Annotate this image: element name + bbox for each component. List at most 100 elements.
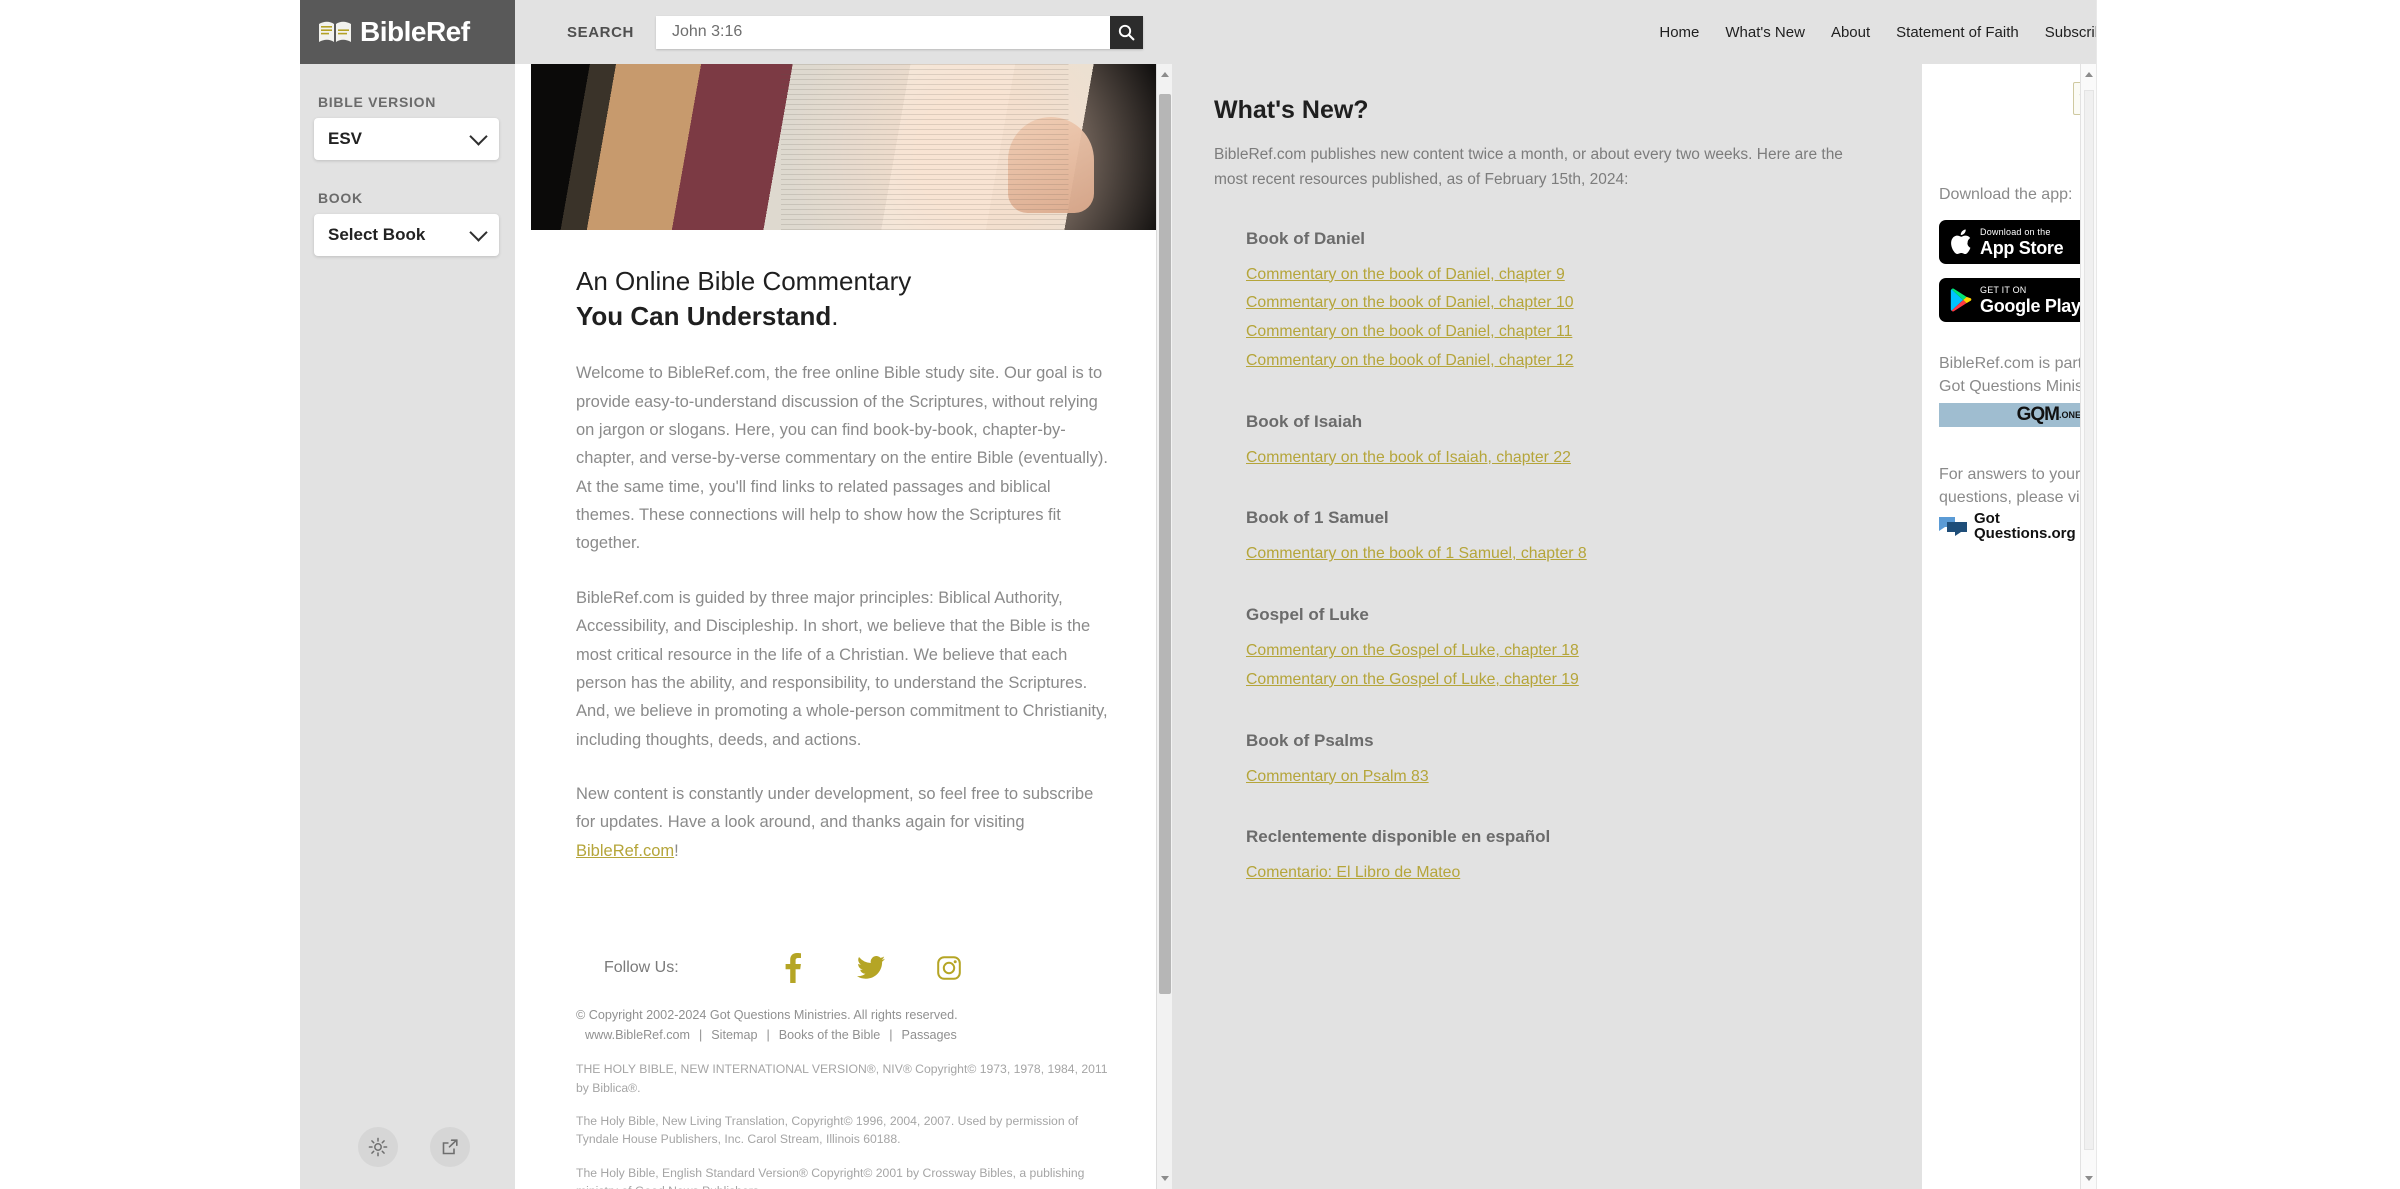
instagram-link[interactable] bbox=[910, 956, 988, 980]
group-heading: Book of 1 Samuel bbox=[1246, 508, 1389, 528]
settings-button[interactable] bbox=[358, 1127, 398, 1167]
gear-icon bbox=[368, 1137, 388, 1157]
instagram-icon bbox=[937, 956, 961, 980]
search-icon bbox=[1118, 24, 1135, 40]
intro-paragraph-3-post: ! bbox=[674, 841, 679, 860]
group-heading: Book of Daniel bbox=[1246, 228, 1366, 248]
intro-paragraph-3: New content is constantly under developm… bbox=[576, 780, 1111, 865]
footer-link-passages[interactable]: Passages bbox=[902, 1028, 957, 1042]
whats-new-group-isaiah: Book of Isaiah Commentary on the book of… bbox=[1214, 412, 1877, 473]
group-heading: Reclentemente disponible en español bbox=[1246, 827, 1551, 847]
group-heading: Book of Isaiah bbox=[1246, 411, 1363, 431]
group-heading: Book of Psalms bbox=[1246, 730, 1374, 750]
site-logo[interactable]: BibleRef bbox=[300, 0, 515, 64]
chevron-down-icon bbox=[469, 222, 488, 242]
scroll-down-arrow-icon[interactable] bbox=[1161, 1176, 1169, 1181]
whats-new-panel: What's New? BibleRef.com publishes new c… bbox=[1172, 64, 1922, 1189]
book-value: Select Book bbox=[328, 225, 426, 244]
book-label: BOOK bbox=[318, 190, 363, 206]
commentary-link[interactable]: Comentario: El Libro de Mateo bbox=[1246, 859, 1877, 888]
footer-link-website[interactable]: www.BibleRef.com bbox=[585, 1028, 690, 1042]
footer-link-sitemap[interactable]: Sitemap bbox=[711, 1028, 757, 1042]
book-select[interactable]: Select Book bbox=[314, 214, 499, 256]
commentary-link[interactable]: Commentary on the book of Daniel, chapte… bbox=[1246, 289, 1877, 318]
twitter-link[interactable] bbox=[832, 956, 910, 980]
hero-image-open-bible bbox=[531, 64, 1156, 230]
footer-sep: | bbox=[889, 1028, 893, 1043]
commentary-link[interactable]: Commentary on the Gospel of Luke, chapte… bbox=[1246, 666, 1877, 695]
open-book-icon bbox=[318, 20, 352, 44]
legal-esv: The Holy Bible, English Standard Version… bbox=[576, 1165, 1085, 1189]
page-title-period: . bbox=[831, 300, 839, 331]
bibleref-link[interactable]: BibleRef.com bbox=[576, 842, 674, 860]
gqm-logo-main: GQM bbox=[2016, 403, 2060, 425]
whats-new-title: What's New? bbox=[1214, 96, 1369, 124]
intro-section: An Online Bible Commentary You Can Under… bbox=[531, 230, 1156, 1189]
gqm-logo-sub: .ONE bbox=[2058, 409, 2081, 420]
footer-sep: | bbox=[698, 1028, 703, 1043]
commentary-link[interactable]: Commentary on the book of Isaiah, chapte… bbox=[1246, 444, 1877, 473]
gqm-one-logo[interactable]: GQM .ONE bbox=[1939, 402, 2087, 427]
search-button[interactable] bbox=[1109, 15, 1143, 49]
intro-paragraph-3-pre: New content is constantly under developm… bbox=[576, 785, 1094, 832]
page-scroll-up-arrow-icon[interactable] bbox=[2085, 72, 2093, 77]
search-input[interactable] bbox=[655, 23, 1143, 41]
whats-new-group-espanol: Reclentemente disponible en español Come… bbox=[1214, 827, 1877, 888]
facebook-link[interactable] bbox=[754, 953, 832, 984]
legal-niv: THE HOLY BIBLE, NEW INTERNATIONAL VERSIO… bbox=[576, 1062, 1108, 1095]
main-scrollbar[interactable] bbox=[1156, 64, 1172, 1189]
nav-item-about[interactable]: About bbox=[1818, 18, 1883, 47]
hand-decoration bbox=[1007, 117, 1094, 214]
page-title-line2: You Can Understand bbox=[576, 300, 832, 331]
nav-item-statement-of-faith[interactable]: Statement of Faith bbox=[1883, 18, 2032, 47]
share-icon bbox=[442, 1139, 458, 1155]
google-play-small-label: GET IT ON bbox=[1980, 284, 2027, 295]
scroll-up-arrow-icon[interactable] bbox=[1161, 72, 1169, 77]
whats-new-group-1-samuel: Book of 1 Samuel Commentary on the book … bbox=[1214, 508, 1877, 569]
app-store-big-label: App Store bbox=[1980, 237, 2064, 258]
whats-new-group-daniel: Book of Daniel Commentary on the book of… bbox=[1214, 229, 1877, 376]
chevron-down-icon bbox=[469, 126, 488, 146]
page-title-line1: An Online Bible Commentary bbox=[576, 266, 912, 296]
twitter-icon bbox=[857, 956, 885, 979]
got-questions-line1: Got bbox=[1974, 509, 2000, 527]
page-scrollbar[interactable] bbox=[2080, 64, 2096, 1189]
share-button[interactable] bbox=[430, 1127, 470, 1167]
sidebar-bottom-icons bbox=[358, 1127, 470, 1167]
nav-item-whats-new[interactable]: What's New bbox=[1712, 18, 1818, 47]
got-questions-line2: Questions.org bbox=[1974, 524, 2076, 542]
group-heading: Gospel of Luke bbox=[1246, 605, 1369, 625]
follow-us-row: Follow Us: bbox=[576, 953, 1111, 984]
app-store-badge[interactable]: Download on the App Store bbox=[1939, 220, 2087, 265]
google-play-big-label: Google Play bbox=[1980, 295, 2081, 316]
footer-link-books-of-the-bible[interactable]: Books of the Bible bbox=[779, 1028, 881, 1042]
app-viewport: BibleRef SEARCH Home What's New About St… bbox=[0, 0, 2400, 1189]
commentary-link[interactable]: Commentary on the book of 1 Samuel, chap… bbox=[1246, 540, 1877, 569]
commentary-link[interactable]: Commentary on the book of Daniel, chapte… bbox=[1246, 347, 1877, 376]
main-content-column: An Online Bible Commentary You Can Under… bbox=[531, 64, 1156, 1189]
footer-sep: | bbox=[766, 1028, 770, 1043]
bible-version-select[interactable]: ESV bbox=[314, 118, 499, 160]
site-logo-text: BibleRef bbox=[360, 16, 470, 47]
page-scrollbar-thumb[interactable] bbox=[2084, 90, 2094, 1150]
page-title: An Online Bible Commentary You Can Under… bbox=[576, 264, 1111, 333]
copyright-text: © Copyright 2002-2024 Got Questions Mini… bbox=[576, 1008, 958, 1023]
commentary-link[interactable]: Commentary on the Gospel of Luke, chapte… bbox=[1246, 637, 1877, 666]
left-sidebar: BIBLE VERSION ESV BOOK Select Book bbox=[300, 64, 515, 1189]
commentary-link[interactable]: Commentary on Psalm 83 bbox=[1246, 763, 1877, 792]
page-edge-divider bbox=[2096, 0, 2097, 1189]
app-store-small-label: Download on the bbox=[1980, 226, 2051, 237]
commentary-link[interactable]: Commentary on the book of Daniel, chapte… bbox=[1246, 318, 1877, 347]
copyright-block: © Copyright 2002-2024 Got Questions Mini… bbox=[576, 1005, 1111, 1045]
whats-new-group-luke: Gospel of Luke Commentary on the Gospel … bbox=[1214, 605, 1877, 695]
apple-icon bbox=[1951, 229, 1971, 255]
page-scroll-down-arrow-icon[interactable] bbox=[2085, 1176, 2093, 1181]
commentary-link[interactable]: Commentary on the book of Daniel, chapte… bbox=[1246, 261, 1877, 290]
whats-new-intro: BibleRef.com publishes new content twice… bbox=[1214, 146, 1843, 188]
page-left-margin bbox=[0, 0, 300, 1189]
google-play-badge[interactable]: GET IT ON Google Play bbox=[1939, 278, 2087, 323]
scrollbar-thumb[interactable] bbox=[1159, 94, 1171, 994]
search-label: SEARCH bbox=[567, 23, 634, 41]
nav-item-home[interactable]: Home bbox=[1646, 18, 1712, 47]
search-box[interactable] bbox=[655, 15, 1143, 49]
